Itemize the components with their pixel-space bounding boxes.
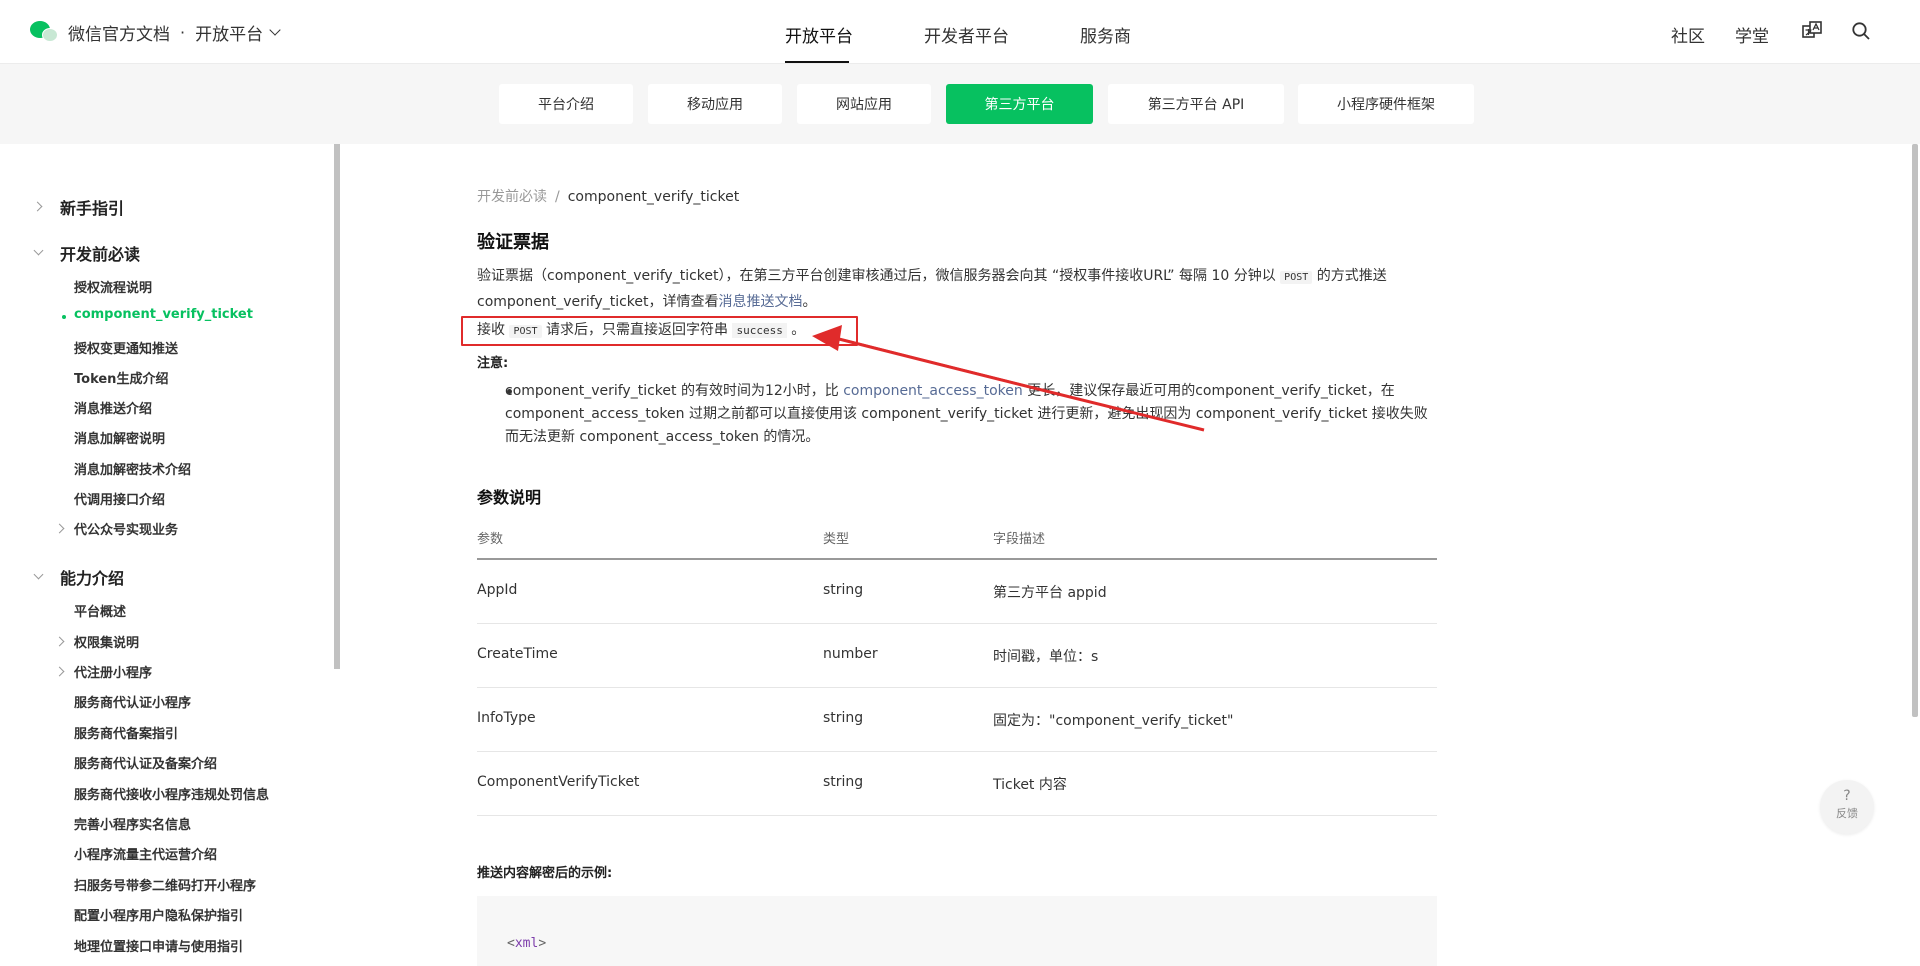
annotation-highlight-box <box>461 316 858 346</box>
cell-type: string <box>823 774 864 790</box>
chevron-right-icon <box>32 201 43 212</box>
breadcrumb: 开发前必读 / component_verify_ticket <box>477 186 739 206</box>
list-bullet <box>507 389 512 394</box>
chevron-down-icon <box>33 569 44 580</box>
sidebar-item-location-api[interactable]: 地理位置接口申请与使用指引 <box>74 936 243 953</box>
note-label: 注意: <box>477 356 509 371</box>
tab-mini-program-hardware[interactable]: 小程序硬件框架 <box>1298 84 1474 124</box>
cell-type: string <box>823 582 864 598</box>
page-title: 验证票据 <box>477 232 549 253</box>
sidebar-item-auth-change-notify[interactable]: 授权变更通知推送 <box>74 338 178 357</box>
code-block[interactable]: <xml> <box>477 896 1437 966</box>
cell-type: number <box>823 646 878 662</box>
col-header-desc: 字段描述 <box>993 532 1046 547</box>
cell-desc: 第三方平台 appid <box>993 585 1107 601</box>
cell-param: InfoType <box>477 710 536 726</box>
code-bracket: > <box>538 936 547 951</box>
nav-community[interactable]: 社区 <box>1671 22 1705 47</box>
chevron-down-icon <box>33 245 44 256</box>
sidebar-item-certify-filing[interactable]: 服务商代认证及备案介绍 <box>74 753 217 772</box>
sidebar-item-violation-info[interactable]: 服务商代接收小程序违规处罚信息 <box>74 784 269 803</box>
nav-academy[interactable]: 学堂 <box>1735 22 1769 47</box>
tab-platform-intro[interactable]: 平台介绍 <box>499 84 633 124</box>
access-token-link[interactable]: component_access_token <box>843 383 1023 399</box>
sidebar-item-permission-set[interactable]: 权限集说明 <box>74 632 139 651</box>
sidebar-item-proxy-api[interactable]: 代调用接口介绍 <box>74 489 165 508</box>
translate-icon[interactable] <box>1801 20 1823 47</box>
chevron-right-icon <box>54 523 65 534</box>
tab-third-party-api[interactable]: 第三方平台 API <box>1108 84 1284 124</box>
code-bracket: < <box>507 936 515 951</box>
sidebar-item-qrcode-open[interactable]: 扫服务号带参二维码打开小程序 <box>74 875 256 894</box>
breadcrumb-current: component_verify_ticket <box>567 189 740 205</box>
tab-third-party-platform[interactable]: 第三方平台 <box>946 84 1093 124</box>
code-tag: xml <box>514 936 539 951</box>
tab-mobile-app[interactable]: 移动应用 <box>648 84 782 124</box>
breadcrumb-sep: / <box>555 189 560 205</box>
cell-desc: 固定为："component_verify_ticket" <box>993 713 1234 729</box>
search-icon[interactable] <box>1851 21 1871 46</box>
col-header-type: 类型 <box>823 532 850 547</box>
sidebar-item-component-verify-ticket[interactable]: component_verify_ticket <box>74 307 253 322</box>
params-table: 参数 类型 字段描述 AppId string 第三方平台 appid Crea… <box>477 528 1437 816</box>
cell-param: ComponentVerifyTicket <box>477 774 640 790</box>
breadcrumb-parent[interactable]: 开发前必读 <box>477 189 547 205</box>
example-label: 推送内容解密后的示例: <box>477 866 613 881</box>
sidebar-item-msg-crypto-tech[interactable]: 消息加解密技术介绍 <box>74 459 191 478</box>
chevron-right-icon <box>54 666 65 677</box>
help-icon: ? <box>1843 788 1851 804</box>
sub-nav: 平台介绍 移动应用 网站应用 第三方平台 第三方平台 API 小程序硬件框架 <box>0 64 1920 144</box>
intro-text: 。 <box>802 294 817 310</box>
list-item: component_verify_ticket 的有效时间为12小时，比 com… <box>477 380 1437 449</box>
inline-code: POST <box>1280 271 1313 284</box>
sidebar: 新手指引 开发前必读 授权流程说明 component_verify_ticke… <box>0 144 340 953</box>
sidebar-item-msg-push[interactable]: 消息推送介绍 <box>74 398 152 417</box>
sidebar-item-privacy-guide[interactable]: 配置小程序用户隐私保护指引 <box>74 905 243 924</box>
table-row: InfoType string 固定为："component_verify_ti… <box>477 688 1437 752</box>
sidebar-item-oa-business[interactable]: 代公众号实现业务 <box>74 519 178 538</box>
cell-param: CreateTime <box>477 646 558 662</box>
cell-type: string <box>823 710 864 726</box>
sidebar-section-newbie[interactable]: 新手指引 <box>60 195 124 219</box>
code-line: <xml> <box>507 936 546 951</box>
feedback-button[interactable]: ? 反馈 <box>1820 780 1874 834</box>
cell-desc: 时间戳，单位：s <box>993 649 1099 665</box>
table-row: AppId string 第三方平台 appid <box>477 560 1437 624</box>
sidebar-section-dev-prereq[interactable]: 开发前必读 <box>60 241 140 265</box>
sidebar-item-token-gen[interactable]: Token生成介绍 <box>74 368 168 387</box>
params-heading: 参数说明 <box>477 488 542 507</box>
tab-website-app[interactable]: 网站应用 <box>797 84 931 124</box>
sidebar-item-msg-crypto[interactable]: 消息加解密说明 <box>74 428 165 447</box>
sidebar-item-auth-flow[interactable]: 授权流程说明 <box>74 277 152 296</box>
top-nav: 微信官方文档 · 开放平台 开放平台 开发者平台 服务商 社区 学堂 <box>0 0 1920 64</box>
intro-paragraph: 验证票据（component_verify_ticket），在第三方平台创建审核… <box>477 264 1437 314</box>
table-header: 参数 类型 字段描述 <box>477 528 1437 560</box>
cell-desc: Ticket 内容 <box>993 777 1067 793</box>
col-header-param: 参数 <box>477 532 504 547</box>
right-nav: 社区 学堂 <box>0 0 1920 64</box>
sidebar-item-certify-mp[interactable]: 服务商代认证小程序 <box>74 692 191 711</box>
table-row: ComponentVerifyTicket string Ticket 内容 <box>477 752 1437 816</box>
note-text: component_verify_ticket 的有效时间为12小时，比 <box>505 383 844 399</box>
sidebar-scrollbar[interactable] <box>334 144 340 669</box>
active-bullet <box>62 315 66 319</box>
intro-text: 验证票据（component_verify_ticket），在第三方平台创建审核… <box>477 268 1281 284</box>
sidebar-item-realname[interactable]: 完善小程序实名信息 <box>74 814 191 833</box>
feedback-label: 反馈 <box>1836 807 1858 820</box>
msg-push-doc-link[interactable]: 消息推送文档 <box>719 294 803 310</box>
sidebar-item-overview[interactable]: 平台概述 <box>74 601 126 620</box>
chevron-right-icon <box>54 636 65 647</box>
note-list: component_verify_ticket 的有效时间为12小时，比 com… <box>477 380 1437 449</box>
sidebar-section-ability[interactable]: 能力介绍 <box>60 565 124 589</box>
page-scrollbar[interactable] <box>1912 144 1918 717</box>
cell-param: AppId <box>477 582 518 598</box>
sidebar-item-register-mp[interactable]: 代注册小程序 <box>74 662 152 681</box>
table-row: CreateTime number 时间戳，单位：s <box>477 624 1437 688</box>
sidebar-item-filing-guide[interactable]: 服务商代备案指引 <box>74 723 178 742</box>
sidebar-item-traffic-host[interactable]: 小程序流量主代运营介绍 <box>74 844 217 863</box>
